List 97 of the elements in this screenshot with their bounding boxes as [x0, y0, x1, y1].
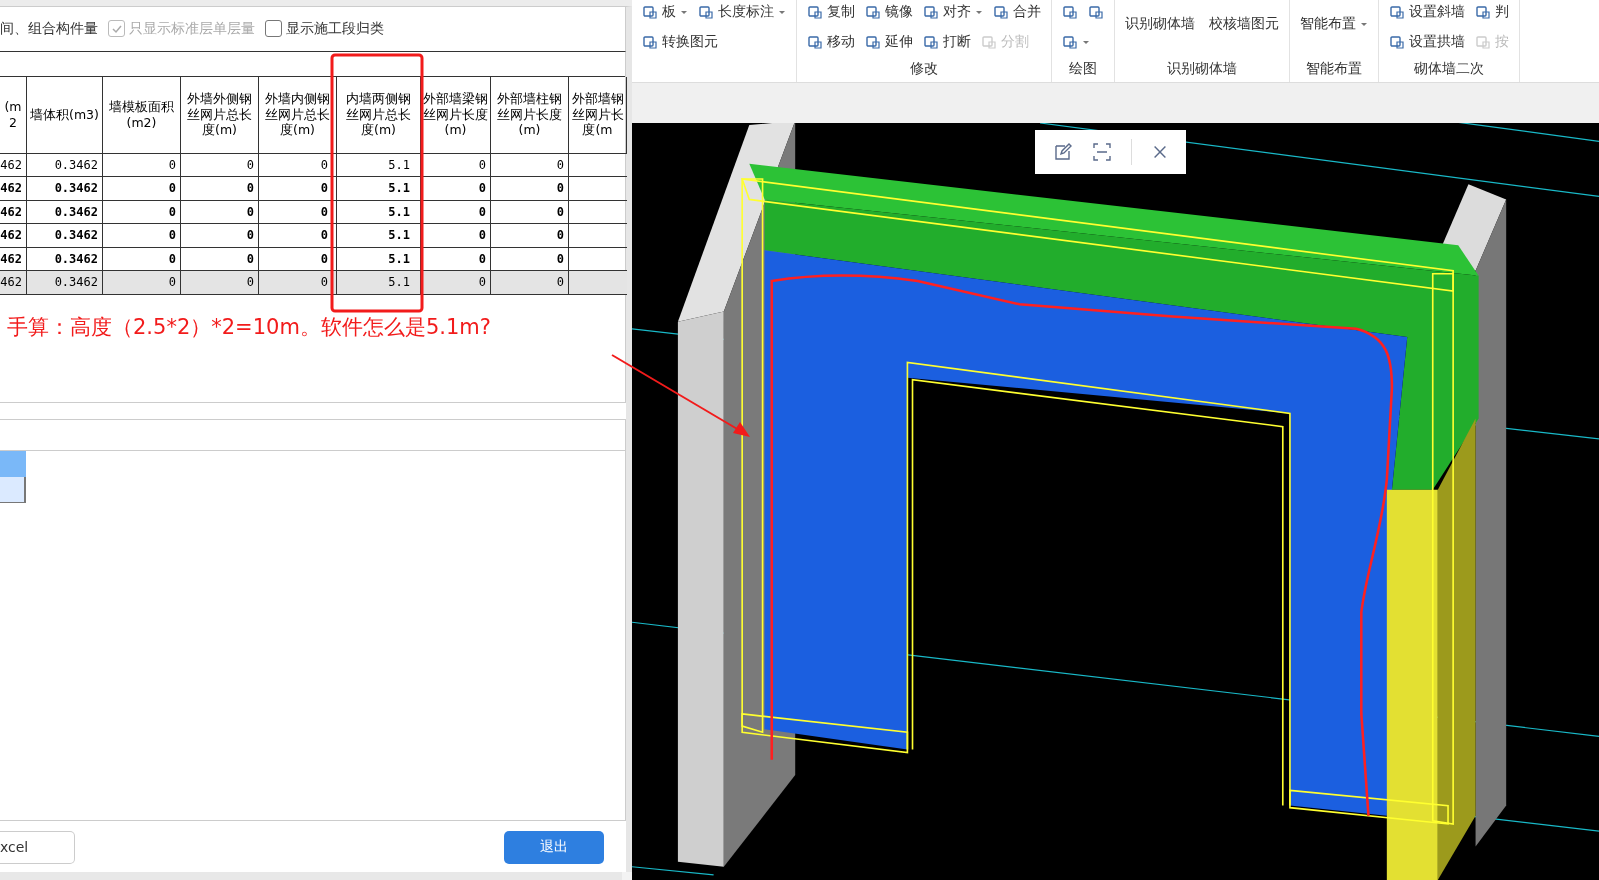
- table-cell: 0: [259, 271, 337, 295]
- column-header: 外部墙梁钢丝网片长度(m): [421, 76, 491, 154]
- column-header: 内墙两侧钢丝网片总长度(m): [337, 76, 421, 154]
- table-cell: 0: [421, 224, 491, 248]
- tool-icon: [865, 34, 881, 50]
- table-cell: 0.3462: [27, 200, 103, 225]
- table-cell: 0: [181, 177, 259, 201]
- group-label: 修改: [909, 60, 939, 78]
- tool-icon: [642, 34, 658, 50]
- table-cell: 0.3462: [27, 224, 103, 248]
- table-cell: 0: [103, 177, 181, 201]
- table-cell: 0: [259, 177, 337, 201]
- table-cell: 0: [491, 200, 569, 225]
- dialog-button[interactable]: xcel: [0, 830, 75, 864]
- table-cell: 0: [103, 200, 181, 225]
- table-cell: 0: [491, 224, 569, 248]
- table-cell: 0: [259, 153, 337, 178]
- table-cell: 5.1: [337, 153, 421, 178]
- tool-icon: [807, 4, 823, 20]
- table-cell: 462: [0, 224, 27, 248]
- column-header: 外部墙钢丝网片长度(m: [569, 76, 627, 154]
- toolbar-button[interactable]: 板: [642, 0, 688, 24]
- table-cell: 462: [0, 200, 27, 225]
- table-cell: 0: [103, 271, 181, 295]
- table-cell: 0: [491, 177, 569, 201]
- toolbar-button[interactable]: 镜像: [865, 0, 913, 24]
- table-cell: 5.1: [337, 177, 421, 201]
- tool-icon: [981, 34, 997, 50]
- column-header: 外墙内侧钢丝网片总长度(m): [259, 76, 337, 154]
- table-cell: 0: [103, 153, 181, 178]
- table-cell: 0: [181, 224, 259, 248]
- grid-cell[interactable]: [0, 450, 26, 477]
- tool-icon: [923, 4, 939, 20]
- table-cell: 0.3462: [27, 177, 103, 201]
- table-cell: 462: [0, 153, 27, 178]
- tool-icon: [923, 34, 939, 50]
- tool-icon: [865, 4, 881, 20]
- toolbar-button[interactable]: 对齐: [923, 0, 983, 24]
- tool-icon: [993, 4, 1009, 20]
- toolbar-button[interactable]: 校核墙图元: [1209, 12, 1279, 36]
- toolbar-button[interactable]: 合并: [993, 0, 1041, 24]
- table-cell: 0: [491, 271, 569, 295]
- tool-icon: [807, 34, 823, 50]
- table-cell: 0: [421, 177, 491, 201]
- tool-icon: [1475, 4, 1491, 20]
- toolbar-button[interactable]: 复制: [807, 0, 855, 24]
- tool-icon: [642, 4, 658, 20]
- tool-icon: [1389, 4, 1405, 20]
- toolbar-button[interactable]: 转换图元: [642, 30, 718, 54]
- table-cell: 0: [259, 224, 337, 248]
- table-cell: 0.3462: [27, 153, 103, 178]
- table-cell: 0: [181, 271, 259, 295]
- column-header: 外部墙柱钢丝网片长度(m): [491, 76, 569, 154]
- column-header: (m2: [0, 76, 27, 154]
- toolbar-button[interactable]: 判: [1475, 0, 1509, 24]
- table-cell: 5.1: [337, 224, 421, 248]
- tool-icon: [1088, 4, 1104, 20]
- toolbar-button[interactable]: 设置拱墙: [1389, 30, 1465, 54]
- column-header: 外墙外侧钢丝网片总长度(m): [181, 76, 259, 154]
- toolbar-button[interactable]: 打断: [923, 30, 971, 54]
- table-cell: 5.1: [337, 271, 421, 295]
- table-cell: 0: [421, 200, 491, 225]
- group-label: 绘图: [1068, 60, 1098, 78]
- tool-icon: [698, 4, 714, 20]
- tool-icon: [1062, 4, 1078, 20]
- toolbar-button[interactable]: 设置斜墙: [1389, 0, 1465, 24]
- table-cell: 462: [0, 177, 27, 201]
- table-cell: 0: [103, 224, 181, 248]
- edit-icon[interactable]: [1052, 142, 1073, 162]
- option-label: 间、组合构件量: [0, 19, 98, 38]
- column-header: 墙模板面积(m2): [103, 76, 181, 154]
- table-cell: 462: [0, 271, 27, 295]
- checkbox-option[interactable]: 显示施工段归类: [265, 19, 384, 38]
- tool-icon: [1475, 34, 1491, 50]
- table-cell: 0: [259, 200, 337, 225]
- table-cell: 0: [181, 200, 259, 225]
- annotation-text: 手算：高度（2.5*2）*2=10m。软件怎么是5.1m?: [6, 313, 492, 341]
- dialog-button[interactable]: 退出: [504, 830, 604, 864]
- table-cell: 5.1: [337, 200, 421, 225]
- toolbar-button[interactable]: 识别砌体墙: [1125, 12, 1195, 36]
- table-cell: 0: [421, 271, 491, 295]
- tool-icon: [1389, 34, 1405, 50]
- column-header: 墙体积(m3): [27, 76, 103, 154]
- tool-icon: [1062, 34, 1078, 50]
- table-cell: 0: [181, 153, 259, 178]
- toolbar-button[interactable]: 移动: [807, 30, 855, 54]
- scan-icon[interactable]: [1091, 142, 1112, 162]
- grid-cell[interactable]: [0, 476, 26, 503]
- table-cell: 0.3462: [27, 271, 103, 295]
- table-cell: 0: [421, 153, 491, 178]
- group-label: 砌体墙二次: [1413, 60, 1485, 78]
- group-label: 识别砌体墙: [1166, 60, 1238, 78]
- table-cell: 0: [491, 153, 569, 178]
- toolbar-button[interactable]: 延伸: [865, 30, 913, 54]
- toolbar-button[interactable]: 长度标注: [698, 0, 786, 24]
- group-label: 智能布置: [1305, 60, 1363, 78]
- toolbar-button[interactable]: 智能布置: [1300, 12, 1368, 36]
